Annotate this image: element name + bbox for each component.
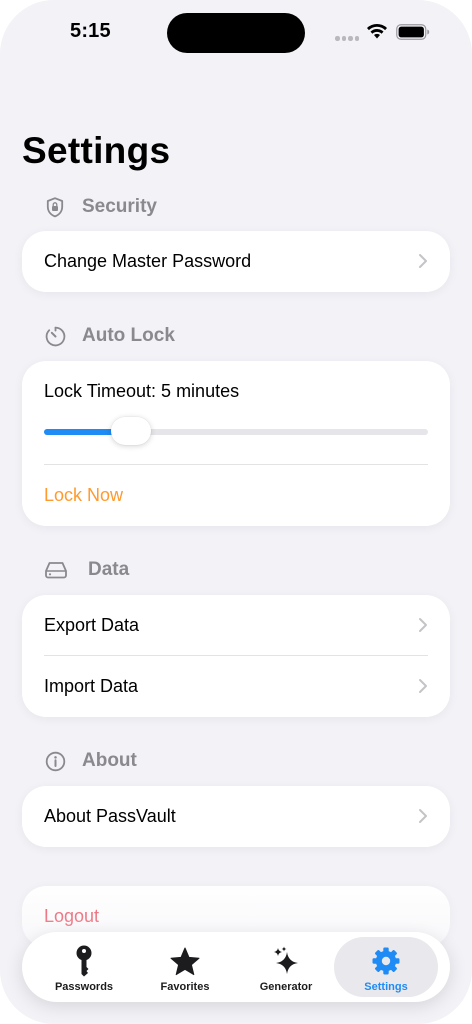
section-header-label: Auto Lock: [82, 325, 175, 346]
wifi-icon: [367, 24, 387, 39]
row-label: Import Data: [44, 676, 139, 696]
security-card: Change Master Password: [22, 231, 450, 292]
section-header-data: Data: [44, 556, 129, 584]
phone-screen: 5:15 Settings Security Change Master Pas…: [0, 0, 472, 1024]
import-data-row[interactable]: Import Data: [44, 656, 428, 717]
timer-icon: [44, 325, 66, 347]
lock-now-row[interactable]: Lock Now: [44, 465, 428, 526]
cellular-signal-icon: [335, 36, 359, 41]
star-icon: [170, 946, 200, 976]
row-label: Change Master Password: [44, 251, 252, 271]
dynamic-island: [167, 13, 305, 53]
auto-lock-card: Lock Timeout: 5 minutes Lock Now: [22, 361, 450, 526]
drive-icon: [44, 559, 68, 581]
tab-passwords[interactable]: Passwords: [32, 937, 136, 997]
tab-bar: Passwords Favorites Generator Settings: [22, 932, 450, 1002]
section-header-label: About: [82, 750, 137, 771]
tab-label: Settings: [364, 981, 408, 993]
tab-generator[interactable]: Generator: [234, 937, 338, 997]
data-card: Export Data Import Data: [22, 595, 450, 717]
page-title: Settings: [22, 130, 171, 171]
row-label: Export Data: [44, 615, 140, 635]
status-time: 5:15: [70, 20, 111, 42]
row-label: About PassVault: [44, 806, 176, 826]
tab-label: Passwords: [54, 981, 114, 993]
logout-button[interactable]: Logout: [44, 906, 99, 927]
sparkles-icon: [271, 946, 301, 976]
battery-icon: [396, 24, 430, 40]
tab-settings[interactable]: Settings: [334, 937, 438, 997]
tab-favorites[interactable]: Favorites: [133, 937, 237, 997]
chevron-right-icon: [419, 254, 427, 268]
change-master-password-row[interactable]: Change Master Password: [44, 231, 428, 292]
chevron-right-icon: [419, 618, 427, 632]
key-icon: [69, 945, 99, 977]
status-bar: 5:15: [0, 0, 472, 64]
shield-lock-icon: [44, 196, 66, 218]
info-circle-icon: [44, 750, 66, 772]
lock-now-button[interactable]: Lock Now: [44, 485, 123, 506]
section-header-security: Security: [44, 193, 157, 221]
section-header-label: Security: [82, 196, 157, 217]
export-data-row[interactable]: Export Data: [44, 595, 428, 656]
section-header-about: About: [44, 747, 137, 775]
chevron-right-icon: [419, 679, 427, 693]
section-header-label: Data: [88, 559, 130, 580]
section-header-auto-lock: Auto Lock: [44, 322, 175, 350]
gear-icon: [371, 946, 401, 976]
lock-timeout-label: Lock Timeout: 5 minutes: [44, 380, 240, 401]
chevron-right-icon: [419, 809, 427, 823]
about-passvault-row[interactable]: About PassVault: [44, 786, 428, 847]
about-card: About PassVault: [22, 786, 450, 847]
tab-label: Favorites: [160, 981, 210, 993]
slider-thumb[interactable]: [111, 417, 152, 445]
lock-timeout-slider[interactable]: [44, 417, 428, 445]
lock-timeout-label-row: Lock Timeout: 5 minutes: [44, 377, 428, 405]
tab-label: Generator: [259, 981, 313, 993]
